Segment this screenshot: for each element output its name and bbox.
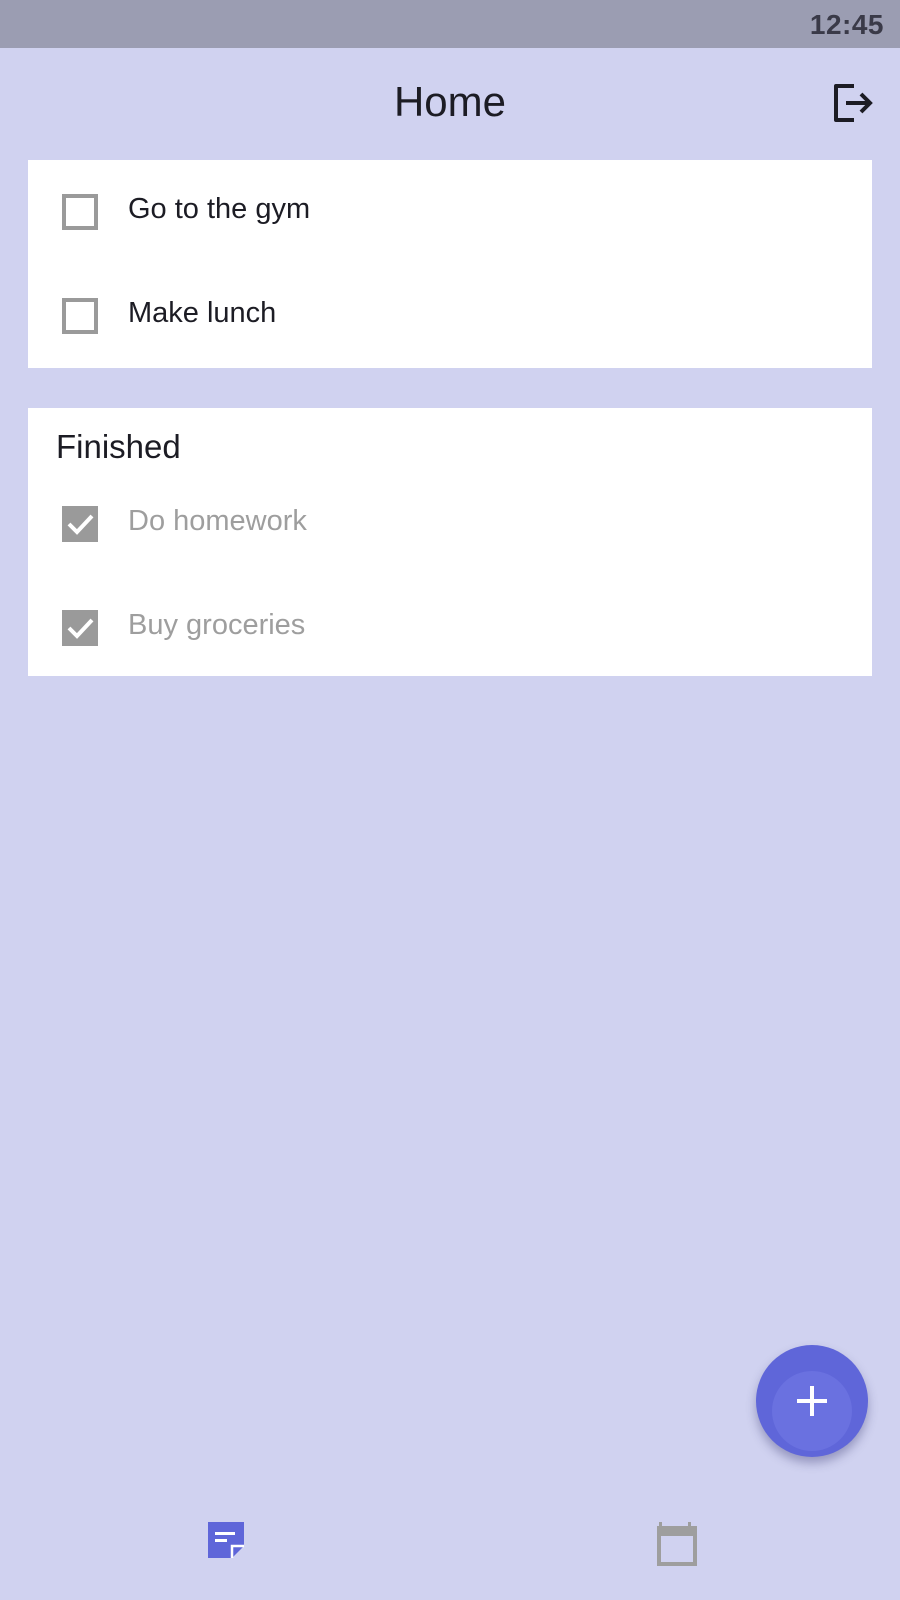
active-tasks-card: Go to the gym Make lunch [28,160,872,368]
app-bar: Home [0,48,900,158]
task-label: Do homework [128,505,307,537]
calendar-icon [657,1522,697,1566]
task-row[interactable]: Do homework [28,472,872,576]
checkmark-icon [67,514,94,535]
task-row[interactable]: Go to the gym [28,160,872,264]
finished-tasks-card: Finished Do homework Buy groceries [28,408,872,676]
add-task-button[interactable] [756,1345,868,1457]
checkmark-icon [67,618,94,639]
nav-calendar-tab[interactable] [635,1490,715,1590]
app-screen: 12:45 Home Go to the gym Make lunch Fini… [0,0,900,1600]
status-time: 12:45 [809,9,884,40]
logout-icon [834,84,873,122]
status-bar: 12:45 [0,0,900,48]
logout-button[interactable] [830,80,876,126]
task-label: Go to the gym [128,193,311,225]
task-checkbox[interactable] [62,506,98,542]
task-row[interactable]: Make lunch [28,264,872,368]
task-checkbox[interactable] [62,610,98,646]
finished-section-title: Finished [56,428,181,465]
notes-icon [208,1522,244,1558]
bottom-navigation [0,1490,900,1600]
page-title: Home [393,78,507,125]
plus-icon [797,1386,827,1416]
task-row[interactable]: Buy groceries [28,576,872,680]
task-checkbox[interactable] [62,194,98,230]
task-label: Buy groceries [128,609,306,641]
nav-tasks-tab[interactable] [186,1490,266,1590]
task-label: Make lunch [128,297,277,329]
task-checkbox[interactable] [62,298,98,334]
